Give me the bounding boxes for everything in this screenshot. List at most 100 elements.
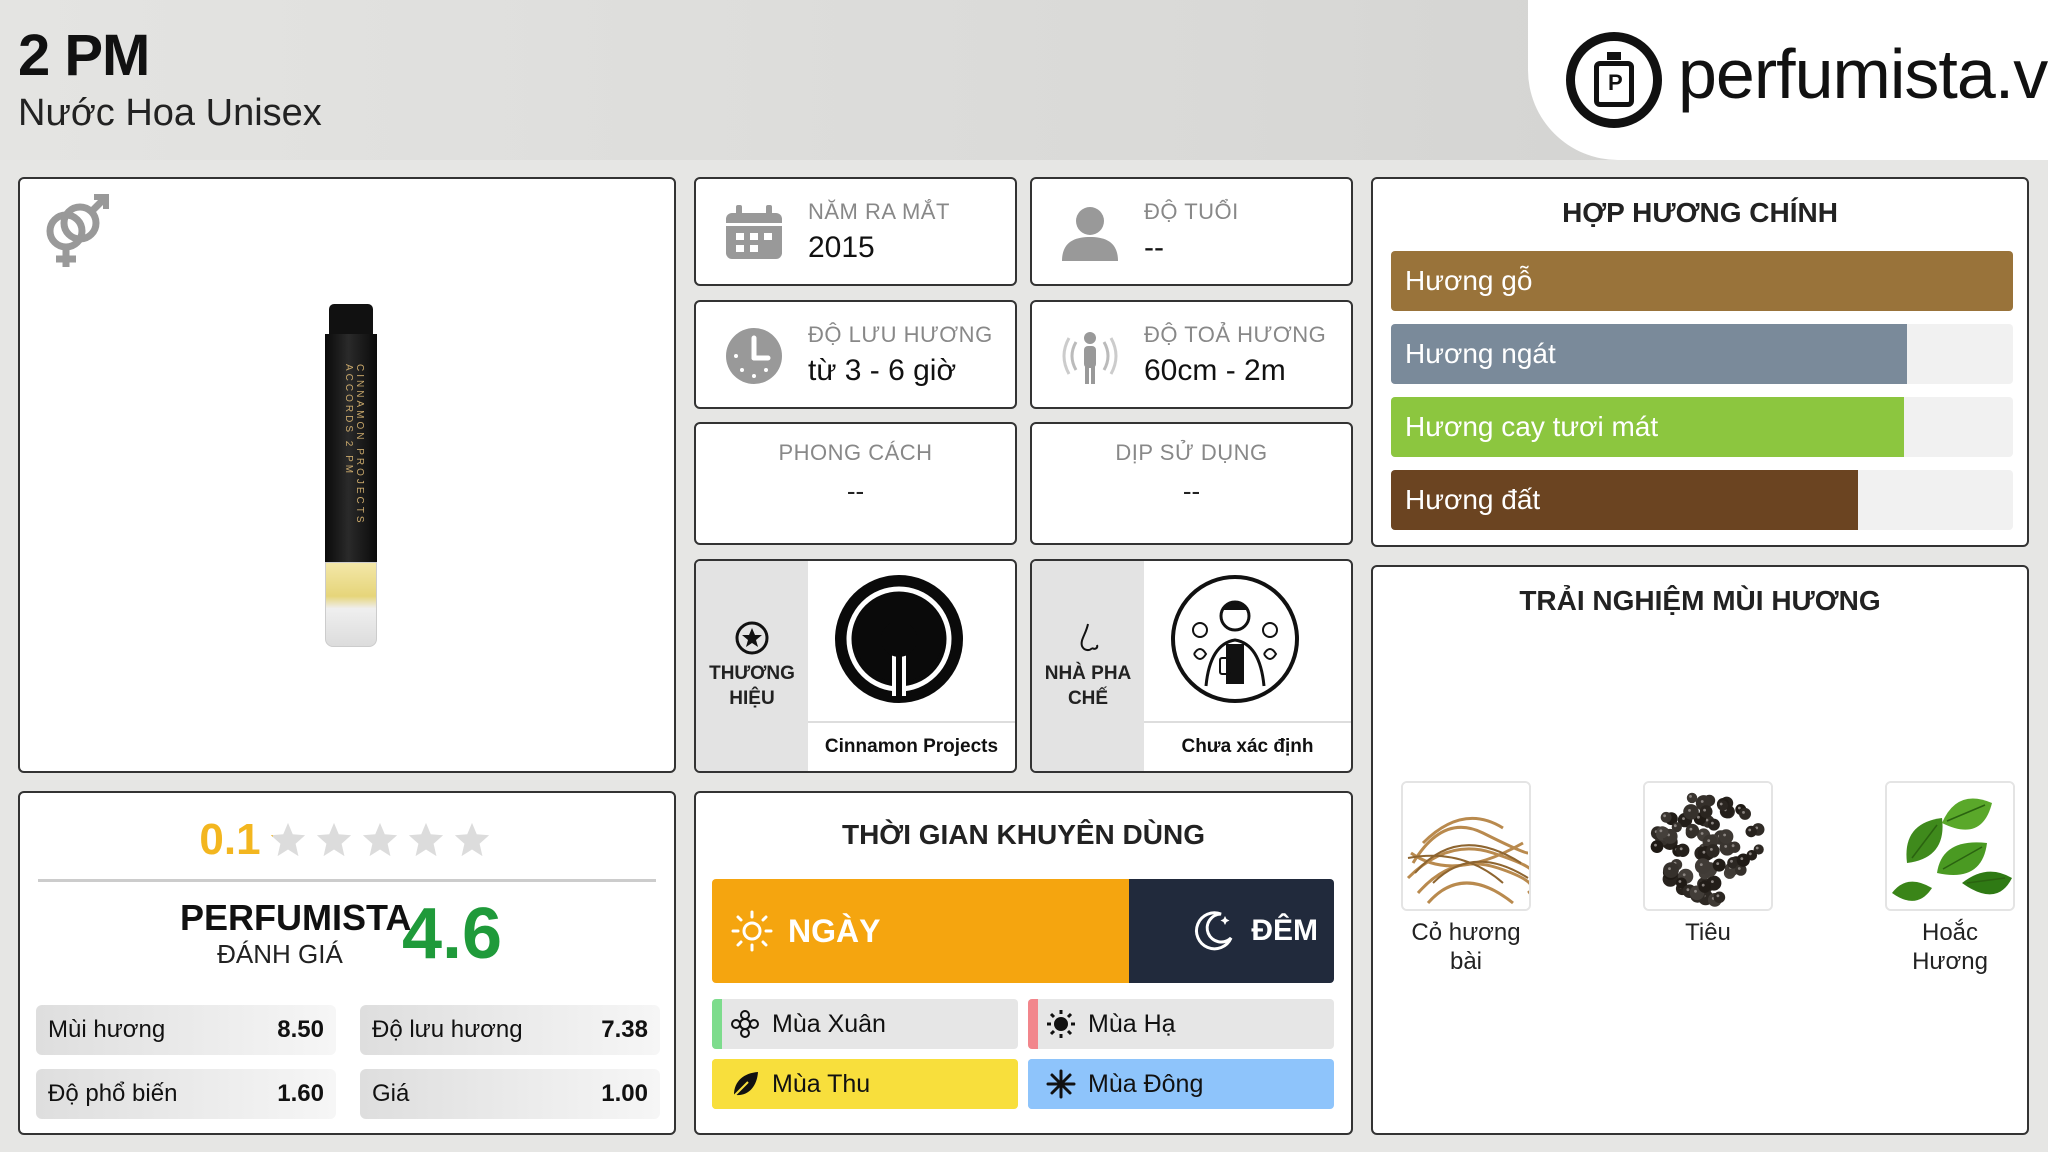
user-score: 0.1 — [199, 815, 261, 864]
metric-scent: Mùi hương 8.50 — [36, 1005, 336, 1055]
release-value: 2015 — [808, 231, 875, 264]
accord-bar: Hương đất — [1391, 470, 2013, 530]
pepper-image — [1643, 781, 1773, 911]
note-vetiver[interactable]: Cỏ hương bài — [1401, 781, 1531, 977]
product-title: 2 PM — [18, 23, 150, 88]
calendar-icon — [726, 205, 782, 259]
user-rating-row[interactable]: 0.1 — [20, 815, 674, 865]
accord-fill: Hương ngát — [1391, 324, 1908, 384]
main-accords-card: HỢP HƯƠNG CHÍNH Hương gỗ Hương ngát Hương … — [1371, 177, 2029, 547]
brand-box[interactable]: THƯƠNG HIỆU Cinnamon Projects — [694, 559, 1017, 773]
style-box: PHONG CÁCH -- — [694, 422, 1017, 545]
day-segment: NGÀY — [712, 879, 1129, 983]
person-icon — [1062, 207, 1118, 261]
metric-value: 1.00 — [601, 1080, 648, 1107]
bottle-label-text: CINNAMON PROJECTS ACCORDS 2 PM — [343, 364, 365, 526]
metric-label: Độ phổ biến — [48, 1080, 178, 1107]
star-icon[interactable] — [407, 821, 445, 859]
sillage-box: ĐỘ TOẢ HƯƠNG 60cm - 2m — [1030, 300, 1353, 409]
occasion-value: -- — [1182, 476, 1201, 506]
metric-value: 7.38 — [601, 1016, 648, 1043]
sun-season-icon — [1047, 1010, 1075, 1038]
product-image-card: CINNAMON PROJECTS ACCORDS 2 PM — [18, 177, 676, 773]
unisex-icon — [46, 194, 109, 267]
accord-label: Hương gỗ — [1405, 265, 1533, 296]
recommended-time-card: THỜI GIAN KHUYÊN DÙNG NGÀY ĐÊM Mùa Xuân … — [694, 791, 1353, 1135]
release-year-box: NĂM RA MẮT 2015 — [694, 177, 1017, 286]
note-patchouli[interactable]: Hoắc Hương — [1885, 781, 2015, 977]
accord-fill: Hương cay tươi mát — [1391, 397, 1905, 457]
metric-value: 8.50 — [277, 1016, 324, 1043]
leaf-icon — [732, 1072, 758, 1098]
age-label: ĐỘ TUỔI — [1144, 199, 1239, 224]
brand-name: Cinnamon Projects — [808, 721, 1015, 771]
perfumer-image — [1144, 561, 1325, 716]
perfumer-box[interactable]: NHÀ PHA CHẾ Chưa xác định — [1030, 559, 1353, 773]
sun-icon — [731, 910, 773, 952]
brand-label: THƯƠNG HIỆU — [709, 663, 795, 709]
sillage-value: 60cm - 2m — [1144, 354, 1286, 387]
accord-label: Hương ngát — [1405, 338, 1556, 369]
note-label: Tiêu — [1685, 919, 1731, 946]
perfumer-avatar-icon — [1170, 574, 1299, 703]
header: 2 PM Nước Hoa Unisex perfumista.vn — [0, 0, 2048, 160]
metric-value: 1.60 — [277, 1080, 324, 1107]
season-label: Mùa Hạ — [1088, 1009, 1176, 1038]
day-night-bar: NGÀY ĐÊM — [712, 879, 1334, 983]
brand-logo-image — [808, 561, 989, 716]
season-spring: Mùa Xuân — [712, 999, 1018, 1049]
occasion-label: DỊP SỬ DỤNG — [1115, 440, 1268, 465]
perfumista-name: PERFUMISTA — [180, 897, 412, 938]
brand-side: THƯƠNG HIỆU — [696, 561, 808, 771]
perfumer-side: NHÀ PHA CHẾ — [1032, 561, 1144, 771]
style-value: -- — [846, 476, 865, 506]
logo-text: perfumista.vn — [1678, 35, 2048, 113]
accord-label: Hương cay tươi mát — [1405, 411, 1659, 442]
star-icon[interactable] — [453, 821, 491, 859]
scent-experience-card: TRẢI NGHIỆM MÙI HƯƠNG Cỏ hương bài Tiêu … — [1371, 565, 2029, 1135]
metric-label: Mùi hương — [48, 1016, 166, 1043]
release-label: NĂM RA MẮT — [808, 199, 950, 224]
metric-label: Giá — [372, 1080, 410, 1107]
night-segment: ĐÊM — [1128, 879, 1334, 983]
vetiver-image — [1401, 781, 1531, 911]
perfumista-score: 4.6 — [402, 894, 503, 974]
season-summer: Mùa Hạ — [1028, 999, 1334, 1049]
product-type: Nước Hoa Unisex — [18, 92, 322, 134]
clock-icon — [726, 328, 782, 384]
metric-longevity: Độ lưu hương 7.38 — [360, 1005, 660, 1055]
longevity-box: ĐỘ LƯU HƯƠNG từ 3 - 6 giờ — [694, 300, 1017, 409]
occasion-box: DỊP SỬ DỤNG -- — [1030, 422, 1353, 545]
rating-card: 0.1 PERFUMISTA ĐÁNH GIÁ 4.6 Mùi hương 8.… — [18, 791, 676, 1135]
note-pepper[interactable]: Tiêu — [1643, 781, 1773, 948]
star-icon[interactable] — [269, 821, 307, 859]
night-label: ĐÊM — [1251, 914, 1318, 947]
metric-label: Độ lưu hương — [372, 1016, 523, 1043]
season-autumn: Mùa Thu — [712, 1059, 1018, 1109]
note-label: Cỏ hương bài — [1411, 919, 1521, 975]
cinnamon-projects-logo — [834, 574, 963, 703]
perfumer-name: Chưa xác định — [1144, 721, 1351, 771]
logo[interactable]: perfumista.vn — [1528, 0, 2048, 160]
season-label: Mùa Thu — [772, 1069, 871, 1098]
age-box: ĐỘ TUỔI -- — [1030, 177, 1353, 286]
nose-icon — [1080, 624, 1099, 652]
star-badge-icon — [735, 621, 769, 655]
notes-title: TRẢI NGHIỆM MÙI HƯƠNG — [1519, 585, 1881, 616]
patchouli-image — [1885, 781, 2015, 911]
sillage-person-icon — [1062, 332, 1118, 384]
product-bottle-image: CINNAMON PROJECTS ACCORDS 2 PM — [325, 304, 385, 649]
season-winter: Mùa Đông — [1028, 1059, 1334, 1109]
day-label: NGÀY — [788, 912, 881, 949]
moon-icon — [1195, 911, 1233, 951]
sillage-label: ĐỘ TOẢ HƯƠNG — [1144, 322, 1327, 347]
accord-bar: Hương ngát — [1391, 324, 2013, 384]
snowflake-icon — [1046, 1069, 1076, 1099]
style-label: PHONG CÁCH — [778, 440, 933, 465]
time-title: THỜI GIAN KHUYÊN DÙNG — [841, 819, 1205, 850]
star-icon[interactable] — [361, 821, 399, 859]
star-icon[interactable] — [315, 821, 353, 859]
accord-fill: Hương đất — [1391, 470, 1858, 530]
metric-popularity: Độ phổ biến 1.60 — [36, 1069, 336, 1119]
accord-bar: Hương gỗ — [1391, 251, 2013, 311]
